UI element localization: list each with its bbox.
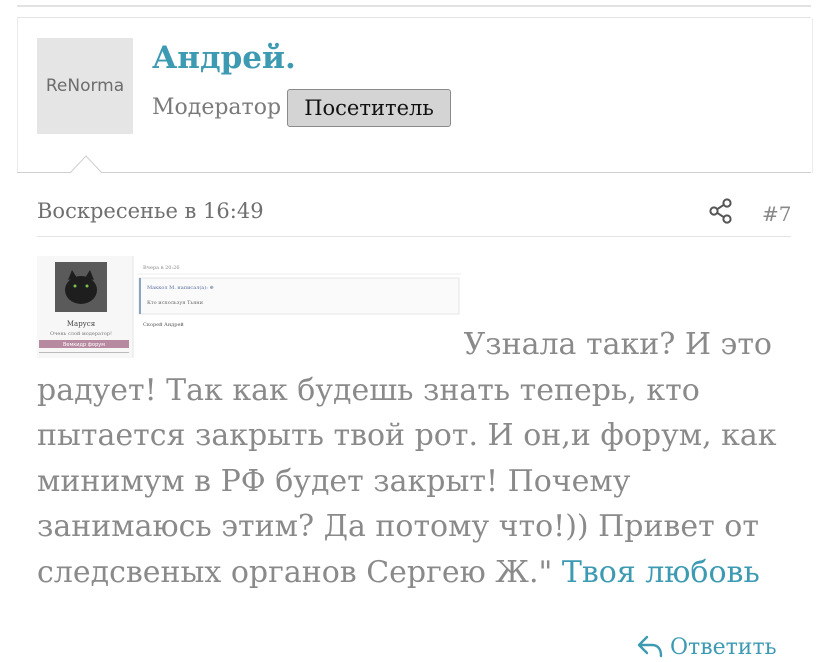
post-number-link[interactable]: #7 [762,202,791,226]
post-header-divider [37,236,791,237]
user-role: Модератор [152,95,282,120]
reply-arrow-icon [637,635,663,658]
user-signature-link[interactable]: Твоя любовь [562,555,760,590]
user-card-divider [17,172,811,173]
avatar-label: ReNorma [45,76,125,96]
embedded-header-text: Вчера в 20:26 [143,265,180,271]
visitor-badge-button[interactable]: Посетитель [287,89,451,127]
speech-pointer-icon [70,155,103,174]
share-icon[interactable] [707,197,735,225]
reply-label: Ответить [670,634,777,660]
avatar[interactable]: ReNorma [37,38,133,134]
post-body: Узнала таки? И это радует! Так как будешь… [37,322,797,595]
user-name[interactable]: Андрей. [152,40,296,76]
post-date[interactable]: Воскресенье в 16:49 [37,199,264,223]
reply-button[interactable]: Ответить [636,631,777,662]
embedded-quote-text: Кто используя Тьяни [147,300,204,306]
embedded-quote-author: Маккол М. написал(а): ⊕ [147,284,214,291]
forum-post-page: ReNorma Андрей. Модератор Посетитель Вос… [0,0,828,662]
top-separator [17,5,811,7]
post-text-first-line: Узнала таки? И это [463,327,772,362]
